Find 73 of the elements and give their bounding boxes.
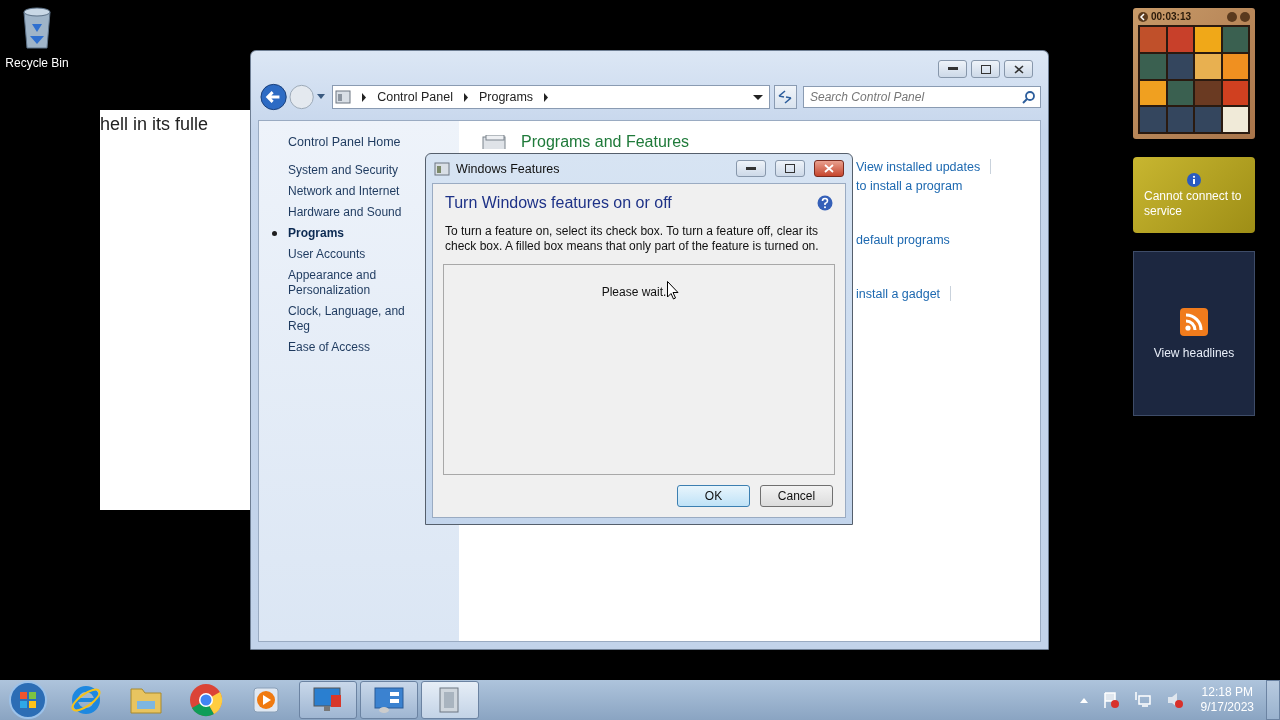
bullet-icon — [272, 231, 277, 236]
maximize-icon — [785, 164, 795, 173]
rss-icon — [1180, 307, 1208, 336]
close-icon — [1013, 64, 1024, 74]
sidebar-link[interactable]: System and Security — [288, 163, 424, 178]
dialog-heading: Turn Windows features on or off — [445, 194, 672, 212]
minimize-button[interactable] — [938, 60, 967, 78]
cancel-button[interactable]: Cancel — [760, 485, 833, 507]
browser-icon — [69, 683, 103, 717]
caret-icon[interactable] — [316, 93, 327, 101]
info-icon — [1187, 173, 1201, 187]
media-player-icon — [251, 685, 281, 715]
search-icon — [1022, 91, 1035, 104]
minimize-icon — [947, 67, 958, 71]
windows-logo-icon — [8, 680, 48, 720]
breadcrumb[interactable]: Programs — [478, 90, 534, 104]
icon-label: Recycle Bin — [5, 56, 69, 70]
sidebar-link[interactable]: Control Panel Home — [288, 135, 459, 149]
sidebar-link[interactable]: Hardware and Sound — [288, 205, 424, 220]
feed-link[interactable]: View headlines — [1153, 345, 1235, 360]
taskbar-button[interactable] — [299, 681, 357, 719]
chevron-icon — [462, 92, 469, 102]
task-link[interactable]: View installed updates — [856, 159, 981, 174]
breadcrumb[interactable]: Control Panel — [377, 90, 453, 104]
puzzle-drawing[interactable] — [1138, 25, 1250, 134]
search-field[interactable]: Search Control Panel — [803, 86, 1041, 108]
window-icon — [434, 161, 450, 176]
chevron-icon — [361, 92, 368, 102]
instructions-text: To turn a feature on, select its check box. To turn a feature off, clear its check box. A filled box means that only part of the feature is turned on. — [445, 224, 820, 254]
refresh-button[interactable] — [773, 85, 797, 109]
flag-icon[interactable] — [1101, 691, 1120, 709]
control-panel-icon — [372, 685, 406, 715]
sidebar-link[interactable]: Clock, Language, and Reg — [288, 304, 424, 334]
browser-icon — [189, 683, 223, 717]
volume-muted-icon[interactable] — [1165, 691, 1184, 709]
control-panel-icon — [335, 89, 352, 105]
maximize-button[interactable] — [971, 60, 1000, 78]
task-link[interactable]: default programs — [856, 232, 950, 247]
close-button[interactable] — [814, 160, 844, 177]
recycle-bin-icon[interactable] — [20, 6, 54, 50]
maximize-button[interactable] — [775, 160, 805, 177]
minimize-button[interactable] — [736, 160, 766, 177]
sidebar-link[interactable]: User Accounts — [288, 247, 424, 262]
section-title[interactable]: Programs and Features — [521, 133, 690, 151]
sidebar-link[interactable]: Programs — [288, 226, 424, 241]
minimize-icon — [746, 166, 756, 171]
chevron-icon — [543, 92, 550, 102]
status-text: Please wait. — [601, 285, 667, 299]
sidebar-link[interactable]: Appearance and Personalization — [288, 268, 424, 298]
folder-icon — [129, 685, 163, 715]
sidebar-link[interactable]: Ease of Access — [288, 340, 424, 355]
sidebar-link[interactable]: Network and Internet — [288, 184, 424, 199]
timer-text: 00:03:13 — [1151, 11, 1192, 22]
programs-icon — [481, 135, 509, 149]
address-bar[interactable]: Control Panel Programs — [332, 85, 770, 109]
taskbar-button[interactable] — [421, 681, 479, 719]
dropdown-icon[interactable] — [752, 93, 763, 101]
task-link[interactable]: to install a program — [856, 178, 963, 193]
ok-button[interactable]: OK — [677, 485, 750, 507]
dialog-title: Windows Features — [456, 161, 560, 176]
back-icon[interactable] — [1138, 11, 1148, 22]
clock-date: 9/17/2023 — [1200, 700, 1254, 715]
error-message: Cannot connect to service — [1144, 189, 1243, 219]
task-link[interactable]: install a gadget — [856, 286, 941, 301]
maximize-icon — [980, 64, 991, 74]
close-button[interactable] — [1004, 60, 1033, 78]
close-icon — [824, 164, 834, 173]
clock-time: 12:18 PM — [1201, 685, 1253, 700]
taskbar-button[interactable] — [360, 681, 418, 719]
document-text: hell in its fulle — [100, 114, 209, 134]
refresh-icon — [777, 90, 794, 104]
cursor-icon — [667, 281, 679, 300]
back-button[interactable] — [260, 83, 288, 111]
